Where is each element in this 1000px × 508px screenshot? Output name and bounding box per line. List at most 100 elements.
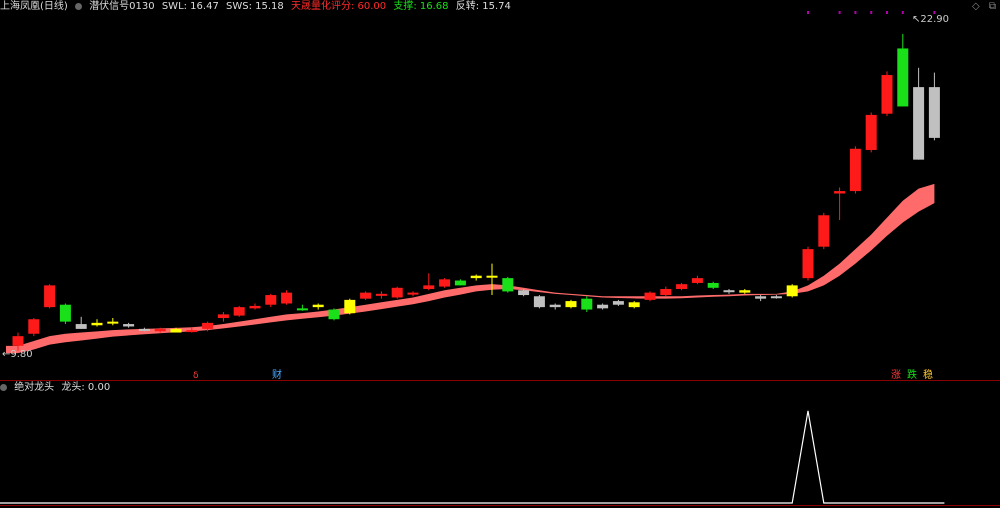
candlestick-layer xyxy=(12,33,940,351)
candle-body xyxy=(660,289,672,296)
candle-body xyxy=(533,296,545,308)
candle[interactable] xyxy=(549,303,561,310)
candle-body xyxy=(644,292,656,300)
candle[interactable] xyxy=(739,289,751,294)
settings-dot-icon[interactable] xyxy=(75,3,82,10)
candle[interactable] xyxy=(44,284,56,309)
candle-body xyxy=(28,319,40,334)
candle[interactable] xyxy=(470,274,482,281)
sub-settings-dot-icon[interactable] xyxy=(0,384,7,391)
candle[interactable] xyxy=(723,289,735,294)
candle[interactable] xyxy=(439,278,451,288)
candle[interactable] xyxy=(691,275,703,285)
signal-dot xyxy=(807,11,809,14)
candle-body xyxy=(296,308,308,311)
candle[interactable] xyxy=(913,67,925,160)
candle-body xyxy=(834,191,846,194)
candle-body xyxy=(739,290,751,293)
candle[interactable] xyxy=(660,286,672,297)
candle[interactable] xyxy=(770,295,782,299)
candle-body xyxy=(439,279,451,287)
candle[interactable] xyxy=(312,303,324,310)
support-band-layer xyxy=(6,183,935,354)
candle-body xyxy=(865,114,877,150)
candle[interactable] xyxy=(533,295,545,309)
restore-icon[interactable]: ⧉ xyxy=(989,1,996,12)
candle[interactable] xyxy=(897,33,909,107)
candle[interactable] xyxy=(597,303,609,310)
candle[interactable] xyxy=(644,291,656,302)
candle-body xyxy=(849,148,861,192)
candle-body xyxy=(233,307,245,316)
candle[interactable] xyxy=(265,293,277,308)
diamond-icon[interactable]: ◇ xyxy=(972,1,980,12)
candle[interactable] xyxy=(849,146,861,194)
candle-body xyxy=(375,293,387,296)
candle[interactable] xyxy=(375,291,387,299)
candle-body xyxy=(581,298,593,310)
candle[interactable] xyxy=(75,316,87,329)
candle[interactable] xyxy=(391,286,403,299)
candle-body xyxy=(597,304,609,309)
score-value: 天晟量化评分: 60.00 xyxy=(290,1,387,12)
indicator-name[interactable]: 潜伏信号0130 xyxy=(89,1,154,12)
candle-body xyxy=(691,278,703,283)
high-price-label: ↖22.90 xyxy=(912,14,949,25)
candle-body xyxy=(786,285,798,297)
candle-body xyxy=(123,324,135,327)
candle[interactable] xyxy=(281,290,293,305)
candle[interactable] xyxy=(296,304,308,311)
candle-body xyxy=(407,292,419,295)
candle[interactable] xyxy=(802,246,814,281)
candle[interactable] xyxy=(865,112,877,153)
candle-body xyxy=(928,87,940,138)
candle[interactable] xyxy=(612,299,624,306)
longtou-signal-line xyxy=(0,410,945,504)
candle-body xyxy=(612,301,624,305)
candle[interactable] xyxy=(360,291,372,300)
candle[interactable] xyxy=(676,282,688,291)
stock-name[interactable]: 上海凤凰(日线) xyxy=(0,1,68,12)
candle[interactable] xyxy=(834,187,846,221)
candle[interactable] xyxy=(628,301,640,309)
candle[interactable] xyxy=(28,318,40,337)
candle[interactable] xyxy=(707,281,719,290)
candle[interactable] xyxy=(881,71,893,117)
candle[interactable] xyxy=(755,295,767,302)
candle[interactable] xyxy=(344,298,356,315)
candle[interactable] xyxy=(581,296,593,312)
support-value: 支撑: 16.68 xyxy=(393,1,449,12)
sub-indicator-value: 龙头: 0.00 xyxy=(61,382,111,393)
candle[interactable] xyxy=(565,299,577,309)
candle[interactable] xyxy=(928,72,940,141)
candle-body xyxy=(265,295,277,305)
candle[interactable] xyxy=(328,308,340,321)
candle[interactable] xyxy=(91,319,103,327)
candle[interactable] xyxy=(59,303,71,325)
candle[interactable] xyxy=(107,318,119,326)
candle-body xyxy=(107,321,119,324)
signal-dot xyxy=(870,11,873,14)
candle-body xyxy=(281,292,293,304)
candle[interactable] xyxy=(818,212,830,250)
sub-indicator-name[interactable]: 绝对龙头 xyxy=(14,382,54,393)
candle-body xyxy=(360,292,372,299)
candle[interactable] xyxy=(407,291,419,297)
candle-body xyxy=(454,280,466,286)
candle[interactable] xyxy=(502,276,514,293)
candle-body xyxy=(344,299,356,314)
candle-body xyxy=(170,328,182,333)
candle[interactable] xyxy=(217,311,229,322)
candle-body xyxy=(154,328,166,332)
candle-body xyxy=(549,304,561,308)
signal-dot xyxy=(838,11,841,14)
candle[interactable] xyxy=(233,305,245,317)
candle[interactable] xyxy=(454,279,466,286)
candle[interactable] xyxy=(249,303,261,310)
candle[interactable] xyxy=(423,273,435,291)
candle[interactable] xyxy=(123,322,135,328)
candle[interactable] xyxy=(138,327,150,332)
candle[interactable] xyxy=(486,263,498,296)
candle[interactable] xyxy=(786,284,798,298)
marker-zhang: 涨 xyxy=(891,369,901,381)
